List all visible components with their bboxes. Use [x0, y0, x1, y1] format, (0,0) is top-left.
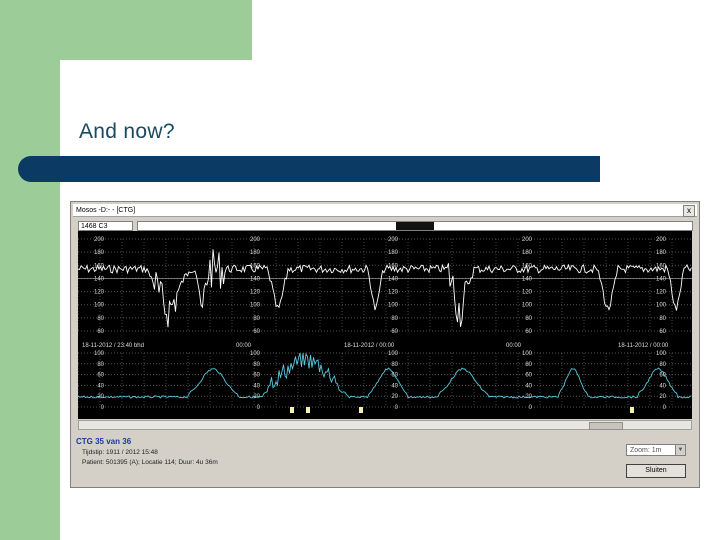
- axis-tick-label: 60: [97, 329, 104, 335]
- axis-tick-label: 80: [253, 362, 260, 368]
- axis-tick-label: 140: [656, 276, 667, 282]
- axis-tick-label: 80: [659, 362, 666, 368]
- axis-tick-label: 40: [525, 383, 532, 389]
- axis-tick-label: 60: [659, 373, 666, 379]
- event-marker: [290, 407, 294, 413]
- axis-tick-label: 60: [391, 329, 398, 335]
- chevron-down-icon[interactable]: ▼: [675, 445, 685, 455]
- axis-tick-label: 200: [94, 237, 105, 243]
- axis-tick-label: 140: [522, 276, 533, 282]
- time-label: 18-11-2012 / 00:00: [618, 343, 669, 349]
- time-label: 18-11-2012 / 00:00: [344, 343, 395, 349]
- axis-tick-label: 100: [94, 351, 105, 357]
- axis-tick-label: 80: [525, 316, 532, 322]
- axis-tick-label: 200: [656, 237, 667, 243]
- ctg-trace-plot: 200 180 160 140 120 100 80 60 100 80 60 40 20 0 200 180…: [78, 231, 692, 419]
- info-title: CTG 35 van 36: [76, 437, 132, 446]
- axis-tick-label: 60: [97, 373, 104, 379]
- axis-tick-label: 120: [94, 290, 105, 296]
- info-patient: Patient: 501395 (A); Locatie 114; Duur: …: [82, 459, 218, 466]
- axis-tick-label: 180: [250, 250, 261, 256]
- axis-tick-label: 20: [659, 394, 666, 400]
- axis-tick-label: 100: [656, 303, 667, 309]
- background-rail: [0, 0, 60, 540]
- time-label: 18-11-2012 / 23:40 bhd: [82, 343, 144, 349]
- axis-tick-label: 120: [250, 290, 261, 296]
- info-pane: CTG 35 van 36 Tijdstip: 1911 / 2012 15:4…: [72, 432, 698, 486]
- axis-tick-label: 180: [656, 250, 667, 256]
- axis-tick-label: 140: [94, 276, 105, 282]
- axis-tick-label: 180: [388, 250, 399, 256]
- axis-tick-label: 100: [656, 351, 667, 357]
- axis-tick-label: 200: [522, 237, 533, 243]
- close-button[interactable]: Sluiten: [626, 464, 686, 478]
- axis-tick-label: 60: [253, 373, 260, 379]
- title-underline-bar: [18, 156, 600, 182]
- background-top-block: [0, 0, 252, 60]
- axis-tick-label: 80: [253, 316, 260, 322]
- window-caption: Mosos -D:- - [CTG] x: [73, 204, 697, 217]
- axis-tick-label: 100: [522, 351, 533, 357]
- axis-tick-label: 40: [253, 383, 260, 389]
- timeline-scrollbar[interactable]: [137, 221, 693, 231]
- axis-tick-label: 80: [659, 316, 666, 322]
- axis-tick-label: 100: [94, 303, 105, 309]
- close-icon[interactable]: x: [683, 205, 695, 217]
- axis-tick-label: 120: [656, 290, 667, 296]
- timeline-scroll-thumb[interactable]: [396, 222, 434, 230]
- axis-tick-label: 180: [522, 250, 533, 256]
- slide-title: And now?: [79, 120, 175, 143]
- time-label: 00:00: [236, 343, 252, 349]
- zoom-select-value: Zoom: 1m: [630, 447, 662, 454]
- horizontal-scroll-thumb[interactable]: [589, 422, 623, 430]
- event-marker: [630, 407, 634, 413]
- axis-tick-label: 200: [388, 237, 399, 243]
- axis-tick-label: 100: [250, 351, 261, 357]
- zoom-select[interactable]: Zoom: 1m ▼: [626, 444, 686, 456]
- event-marker: [359, 407, 363, 413]
- axis-tick-label: 100: [250, 303, 261, 309]
- axis-tick-label: 60: [659, 329, 666, 335]
- axis-tick-label: 60: [253, 329, 260, 335]
- axis-tick-label: 100: [388, 303, 399, 309]
- axis-tick-label: 140: [388, 276, 399, 282]
- plot-background: [78, 231, 692, 419]
- axis-tick-label: 60: [525, 373, 532, 379]
- axis-tick-label: 200: [250, 237, 261, 243]
- axis-tick-label: 20: [391, 394, 398, 400]
- axis-tick-label: 120: [388, 290, 399, 296]
- info-timestamp: Tijdstip: 1911 / 2012 15:48: [82, 449, 158, 456]
- event-marker: [306, 407, 310, 413]
- time-label: 00:00: [506, 343, 522, 349]
- axis-tick-label: 80: [97, 316, 104, 322]
- record-field[interactable]: 1468 C3: [78, 221, 133, 231]
- axis-tick-label: 180: [94, 250, 105, 256]
- horizontal-scrollbar[interactable]: [78, 420, 692, 430]
- axis-tick-label: 100: [522, 303, 533, 309]
- axis-tick-label: 100: [388, 351, 399, 357]
- axis-tick-label: 140: [250, 276, 261, 282]
- axis-tick-label: 40: [391, 383, 398, 389]
- axis-tick-label: 80: [525, 362, 532, 368]
- ctg-trace-svg: 2001801601401201008060100806040200200180…: [78, 231, 692, 419]
- window-caption-text: Mosos -D:- - [CTG]: [76, 207, 136, 214]
- axis-tick-label: 120: [522, 290, 533, 296]
- axis-tick-label: 40: [659, 383, 666, 389]
- axis-tick-label: 40: [97, 383, 104, 389]
- axis-tick-label: 80: [391, 316, 398, 322]
- axis-tick-label: 80: [97, 362, 104, 368]
- axis-tick-label: 60: [525, 329, 532, 335]
- axis-tick-label: 80: [391, 362, 398, 368]
